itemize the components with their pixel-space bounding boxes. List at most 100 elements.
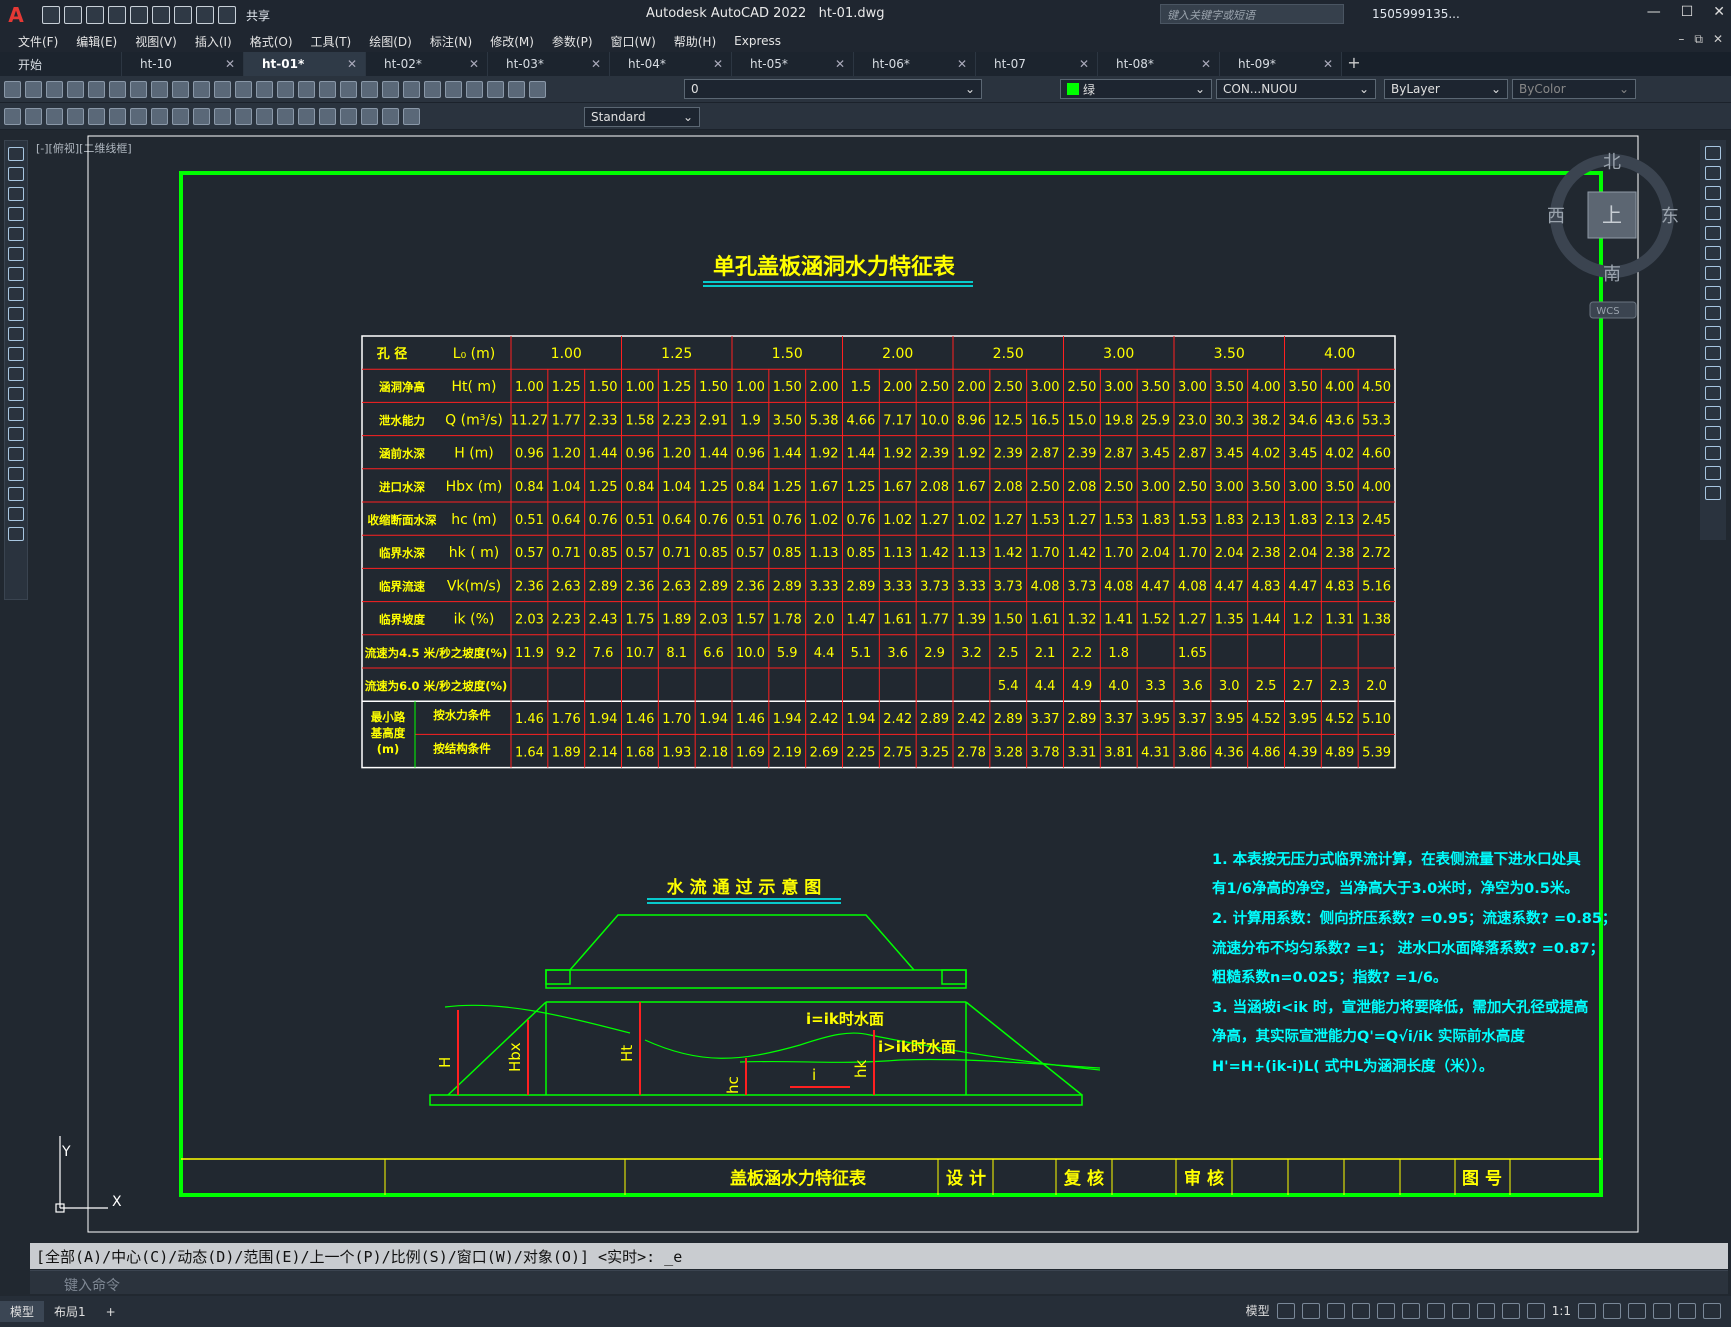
compass-north[interactable]: 北 bbox=[1603, 152, 1621, 173]
row-unit: H (m) bbox=[454, 446, 494, 462]
table-cell: 23.0 bbox=[1178, 413, 1207, 428]
label-hc: hc bbox=[724, 1076, 742, 1094]
clean-screen-icon[interactable] bbox=[1678, 1302, 1696, 1319]
table-cell: 2.89 bbox=[1067, 712, 1096, 727]
osnap-icon[interactable] bbox=[1401, 1302, 1420, 1319]
table-cell: 2.04 bbox=[1141, 546, 1170, 561]
table-cell: 2.45 bbox=[1362, 513, 1391, 528]
table-cell: 4.4 bbox=[1035, 679, 1056, 694]
table-cell: 2.36 bbox=[515, 579, 544, 594]
table-cell: 2.5 bbox=[1256, 679, 1277, 694]
table-cell: 12.5 bbox=[994, 413, 1023, 428]
span-header: 2.50 bbox=[993, 346, 1024, 362]
polar-icon[interactable] bbox=[1351, 1302, 1370, 1319]
table-cell: 3.95 bbox=[1141, 712, 1170, 727]
compass-east[interactable]: 东 bbox=[1661, 206, 1679, 227]
table-cell: 7.6 bbox=[593, 646, 614, 661]
table-cell: 2.03 bbox=[515, 613, 544, 628]
gear-icon[interactable] bbox=[1578, 1302, 1596, 1319]
model-tab[interactable]: 模型 bbox=[0, 1301, 45, 1322]
table-cell: 1.42 bbox=[920, 546, 949, 561]
table-cell: 2.14 bbox=[589, 745, 618, 760]
table-cell: 4.50 bbox=[1362, 380, 1391, 395]
viewcube[interactable]: 上 北 南 西 东 WCS bbox=[1547, 152, 1679, 319]
table-cell: 1.67 bbox=[810, 480, 839, 495]
table-cell: 2.42 bbox=[883, 712, 912, 727]
table-cell: 2.89 bbox=[994, 712, 1023, 727]
table-cell: 2.50 bbox=[920, 380, 949, 395]
command-input[interactable]: 键入命令 bbox=[30, 1270, 1728, 1294]
ortho-icon[interactable] bbox=[1326, 1302, 1345, 1319]
table-cell: 1.53 bbox=[1104, 513, 1133, 528]
compass-west[interactable]: 西 bbox=[1547, 206, 1565, 227]
customize-icon[interactable] bbox=[1703, 1302, 1721, 1319]
wcs-menu[interactable]: WCS bbox=[1596, 306, 1619, 317]
table-cell: 1.57 bbox=[736, 613, 765, 628]
row-label: 收缩断面水深 bbox=[368, 513, 437, 527]
span-header: 2.00 bbox=[882, 346, 913, 362]
note-line: 3. 当涵坡i<ik 时，宣泄能力将要降低，需加大孔径或提高 bbox=[1212, 998, 1588, 1016]
compass-south[interactable]: 南 bbox=[1603, 264, 1621, 285]
table-cell: 3.78 bbox=[1031, 745, 1060, 760]
isodraft-icon[interactable] bbox=[1376, 1302, 1395, 1319]
table-cell: 1.20 bbox=[662, 447, 691, 462]
auto-scale-icon[interactable] bbox=[1526, 1302, 1545, 1319]
plus-icon[interactable] bbox=[1603, 1302, 1621, 1319]
table-cell: 1.92 bbox=[810, 447, 839, 462]
layout1-tab[interactable]: 布局1 bbox=[44, 1301, 96, 1322]
table-cell: 1.42 bbox=[1067, 546, 1096, 561]
row-unit: Vk(m/s) bbox=[447, 578, 501, 594]
transparency-icon[interactable] bbox=[1451, 1302, 1470, 1319]
table-cell: 0.96 bbox=[736, 447, 765, 462]
table-cell: 2.89 bbox=[846, 579, 875, 594]
table-cell: 4.00 bbox=[1252, 380, 1281, 395]
table-cell: 1.46 bbox=[625, 712, 654, 727]
model-space-toggle[interactable]: 模型 bbox=[1246, 1302, 1270, 1319]
table-cell: 1.25 bbox=[846, 480, 875, 495]
annotation-visibility-icon[interactable] bbox=[1501, 1302, 1520, 1319]
table-cell: 1.53 bbox=[1031, 513, 1060, 528]
table-cell: 0.51 bbox=[515, 513, 544, 528]
table-cell: 0.85 bbox=[846, 546, 875, 561]
snap-icon[interactable] bbox=[1301, 1302, 1320, 1319]
table-cell: 3.95 bbox=[1288, 712, 1317, 727]
annotation-scale[interactable]: 1:1 bbox=[1552, 1304, 1571, 1318]
table-cell: 19.8 bbox=[1104, 413, 1133, 428]
table-cell: 43.6 bbox=[1325, 413, 1354, 428]
add-layout-button[interactable]: + bbox=[96, 1303, 126, 1321]
isolate-icon[interactable] bbox=[1628, 1302, 1646, 1319]
row-label: 流速为6.0 米/秒之坡度(%) bbox=[365, 679, 508, 693]
table-cell: 3.50 bbox=[1288, 380, 1317, 395]
viewcube-top[interactable]: 上 bbox=[1602, 203, 1622, 227]
selection-cycling-icon[interactable] bbox=[1476, 1302, 1495, 1319]
table-cell: 1.13 bbox=[883, 546, 912, 561]
grid-icon[interactable] bbox=[1276, 1302, 1295, 1319]
hardware-accel-icon[interactable] bbox=[1653, 1302, 1671, 1319]
table-cell: 2.1 bbox=[1035, 646, 1056, 661]
table-cell: 1.25 bbox=[552, 380, 581, 395]
table-cell: 1.44 bbox=[1252, 613, 1281, 628]
table-cell: 0.76 bbox=[589, 513, 618, 528]
min-group-label: 基高度 bbox=[370, 726, 406, 740]
note-line: 1. 本表按无压力式临界流计算，在表侧流量下进水口处具 bbox=[1212, 850, 1581, 868]
label-ht: Ht bbox=[618, 1045, 636, 1062]
table-cell: 0.84 bbox=[515, 480, 544, 495]
table-cell: 1.13 bbox=[957, 546, 986, 561]
table-cell: 2.89 bbox=[920, 712, 949, 727]
table-cell: 25.9 bbox=[1141, 413, 1170, 428]
titleblock-design: 设 计 bbox=[946, 1168, 986, 1189]
table-cell: 2.00 bbox=[810, 380, 839, 395]
table-cell: 2.39 bbox=[1067, 447, 1096, 462]
table-cell: 1.76 bbox=[552, 712, 581, 727]
titleblock-drawing-no: 图 号 bbox=[1462, 1169, 1502, 1189]
table-cell: 2.91 bbox=[699, 413, 728, 428]
row-label: 流速为4.5 米/秒之坡度(%) bbox=[365, 646, 508, 660]
table-cell: 1.64 bbox=[515, 745, 544, 760]
table-cell: 3.28 bbox=[994, 745, 1023, 760]
table-cell: 1.25 bbox=[773, 480, 802, 495]
table-cell: 1.53 bbox=[1178, 513, 1207, 528]
note-line: 有1/6净高的净空，当净高大于3.0米时，净空为0.5米。 bbox=[1212, 879, 1579, 897]
table-cell: 3.45 bbox=[1288, 447, 1317, 462]
table-cell: 1.50 bbox=[699, 380, 728, 395]
lineweight-icon[interactable] bbox=[1426, 1302, 1445, 1319]
